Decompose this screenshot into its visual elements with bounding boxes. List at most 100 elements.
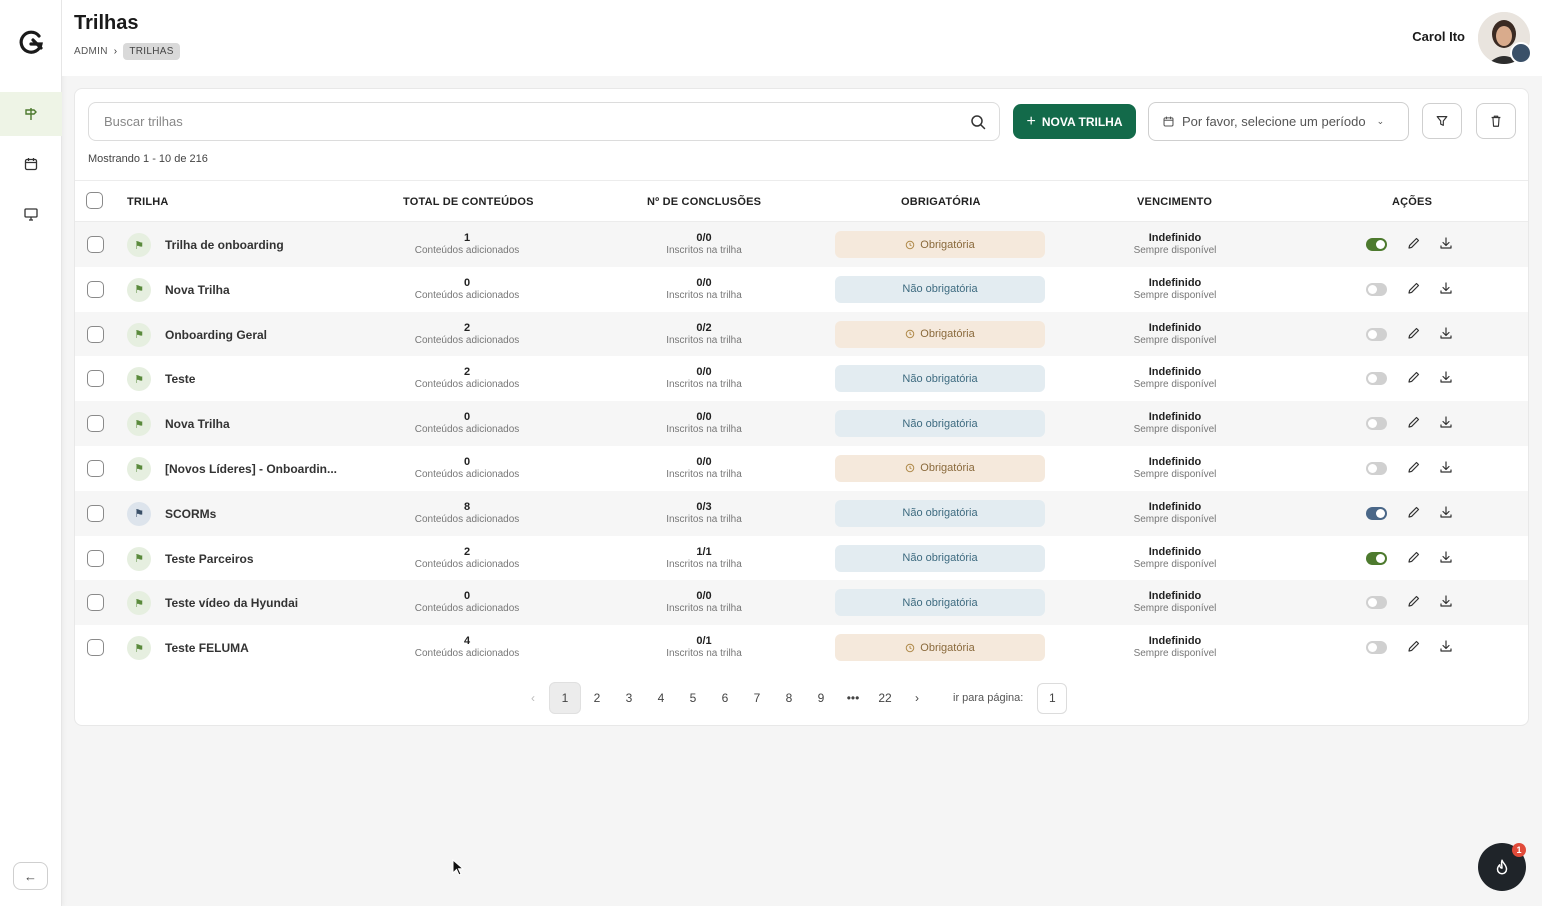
pencil-icon[interactable]	[1407, 236, 1421, 250]
goto-page-input[interactable]: 1	[1037, 682, 1068, 714]
trail-name[interactable]: Teste Parceiros	[165, 552, 254, 566]
download-icon[interactable]	[1439, 550, 1453, 564]
row-checkbox[interactable]	[87, 549, 104, 567]
sidebar-item-monitor[interactable]	[0, 192, 62, 236]
table-row[interactable]: ⚑ Trilha de onboarding 1 Conteúdos adiciona…	[75, 222, 1528, 267]
new-trail-button[interactable]: + NOVA TRILHA	[1013, 104, 1136, 139]
page-button[interactable]: 8	[773, 682, 805, 714]
select-all-checkbox[interactable]	[86, 192, 103, 209]
active-toggle[interactable]	[1366, 417, 1387, 431]
column-header-mandatory[interactable]: OBRIGATÓRIA	[901, 196, 981, 208]
table-row[interactable]: ⚑ Nova Trilha 0 Conteúdos adicionados 0/0 Ins…	[75, 401, 1528, 446]
column-header-contents[interactable]: TOTAL DE CONTEÚDOS	[403, 196, 534, 208]
app-logo[interactable]	[17, 28, 45, 56]
page-button[interactable]: 2	[581, 682, 613, 714]
page-button[interactable]: 7	[741, 682, 773, 714]
sidebar-item-trails[interactable]	[0, 92, 62, 136]
download-icon[interactable]	[1439, 236, 1453, 250]
download-icon[interactable]	[1439, 370, 1453, 384]
table-row[interactable]: ⚑ [Novos Líderes] - Onboardin... 0 Conteúdo…	[75, 446, 1528, 491]
breadcrumb-admin[interactable]: ADMIN	[74, 46, 108, 57]
table-row[interactable]: ⚑ Teste Parceiros 2 Conteúdos adicionados 1/…	[75, 536, 1528, 581]
trail-name[interactable]: Onboarding Geral	[165, 328, 267, 342]
active-toggle[interactable]	[1366, 551, 1387, 565]
completions-count: 0/0	[696, 455, 712, 468]
download-icon[interactable]	[1439, 415, 1453, 429]
trail-name[interactable]: Teste	[165, 372, 195, 386]
page-button[interactable]: 6	[709, 682, 741, 714]
trail-name[interactable]: [Novos Líderes] - Onboardin...	[165, 462, 337, 476]
trail-name[interactable]: Nova Trilha	[165, 417, 230, 431]
contents-cell: 2 Conteúdos adicionados	[387, 366, 547, 391]
active-toggle[interactable]	[1366, 238, 1387, 251]
active-toggle[interactable]	[1366, 596, 1387, 610]
pencil-icon[interactable]	[1407, 326, 1421, 340]
page-ellipsis[interactable]: •••	[837, 682, 869, 714]
page-button[interactable]: 5	[677, 682, 709, 714]
download-icon[interactable]	[1439, 281, 1453, 295]
pencil-icon[interactable]	[1407, 370, 1421, 384]
trail-name[interactable]: Teste vídeo da Hyundai	[165, 596, 298, 610]
active-toggle[interactable]	[1366, 506, 1387, 520]
user-name[interactable]: Carol Ito	[1412, 29, 1465, 44]
active-toggle[interactable]	[1366, 372, 1387, 386]
table-row[interactable]: ⚑ Nova Trilha 0 Conteúdos adicionados 0/0 Ins…	[75, 267, 1528, 312]
filter-button[interactable]	[1422, 103, 1462, 139]
pencil-icon[interactable]	[1407, 415, 1421, 429]
sidebar-item-calendar[interactable]	[0, 142, 62, 186]
completions-cell: 0/3 Inscritos na trilha	[624, 501, 784, 526]
collapse-sidebar-button[interactable]: ←	[13, 862, 48, 890]
column-header-due[interactable]: VENCIMENTO	[1137, 196, 1212, 208]
trail-name[interactable]: Nova Trilha	[165, 283, 230, 297]
download-icon[interactable]	[1439, 639, 1453, 653]
trail-name[interactable]: Trilha de onboarding	[165, 238, 284, 252]
prev-page-button[interactable]: ‹	[517, 682, 549, 714]
table-row[interactable]: ⚑ SCORMs 8 Conteúdos adicionados 0/3 Inscrito…	[75, 490, 1528, 536]
due-cell: Indefinido Sempre disponível	[1095, 366, 1255, 391]
delete-button[interactable]	[1476, 103, 1516, 139]
row-checkbox[interactable]	[87, 325, 104, 343]
row-checkbox[interactable]	[87, 504, 104, 522]
page-button[interactable]: 3	[613, 682, 645, 714]
download-icon[interactable]	[1439, 505, 1453, 519]
trail-name[interactable]: Teste FELUMA	[165, 641, 249, 655]
period-select[interactable]: Por favor, selecione um período ⌄	[1148, 102, 1409, 141]
download-icon[interactable]	[1439, 326, 1453, 340]
row-checkbox[interactable]	[87, 639, 104, 657]
page-button[interactable]: 1	[549, 682, 581, 714]
table-row[interactable]: ⚑ Teste vídeo da Hyundai 0 Conteúdos adicio…	[75, 580, 1528, 626]
next-page-button[interactable]: ›	[901, 682, 933, 714]
pencil-icon[interactable]	[1407, 550, 1421, 564]
page-button[interactable]: 22	[869, 682, 901, 714]
completions-cell: 0/0 Inscritos na trilha	[624, 366, 784, 391]
pencil-icon[interactable]	[1407, 460, 1421, 474]
pencil-icon[interactable]	[1407, 639, 1421, 653]
search-icon[interactable]	[970, 114, 986, 130]
active-toggle[interactable]	[1366, 641, 1387, 655]
pencil-icon[interactable]	[1407, 281, 1421, 295]
row-checkbox[interactable]	[87, 236, 104, 253]
page-button[interactable]: 4	[645, 682, 677, 714]
download-icon[interactable]	[1439, 460, 1453, 474]
row-checkbox[interactable]	[87, 459, 104, 477]
row-checkbox[interactable]	[87, 370, 104, 388]
active-toggle[interactable]	[1366, 461, 1387, 475]
table-row[interactable]: ⚑ Teste 2 Conteúdos adicionados 0/0 Inscritos…	[75, 356, 1528, 401]
row-checkbox[interactable]	[87, 280, 104, 298]
mandatory-badge: Não obrigatória	[835, 499, 1045, 527]
table-row[interactable]: ⚑ Teste FELUMA 4 Conteúdos adicionados 0/1 In…	[75, 625, 1528, 670]
page-button[interactable]: 9	[805, 682, 837, 714]
table-row[interactable]: ⚑ Onboarding Geral 2 Conteúdos adicionados 0…	[75, 311, 1528, 357]
column-header-trail[interactable]: TRILHA	[127, 196, 169, 208]
active-toggle[interactable]	[1366, 282, 1387, 296]
row-checkbox[interactable]	[87, 594, 104, 612]
trail-name[interactable]: SCORMs	[165, 507, 216, 521]
row-checkbox[interactable]	[87, 415, 104, 433]
pencil-icon[interactable]	[1407, 594, 1421, 608]
active-toggle[interactable]	[1366, 327, 1387, 341]
search-input[interactable]	[89, 103, 949, 140]
mandatory-label: Não obrigatória	[902, 417, 978, 430]
pencil-icon[interactable]	[1407, 505, 1421, 519]
column-header-completions[interactable]: Nº DE CONCLUSÕES	[647, 196, 761, 208]
download-icon[interactable]	[1439, 594, 1453, 608]
